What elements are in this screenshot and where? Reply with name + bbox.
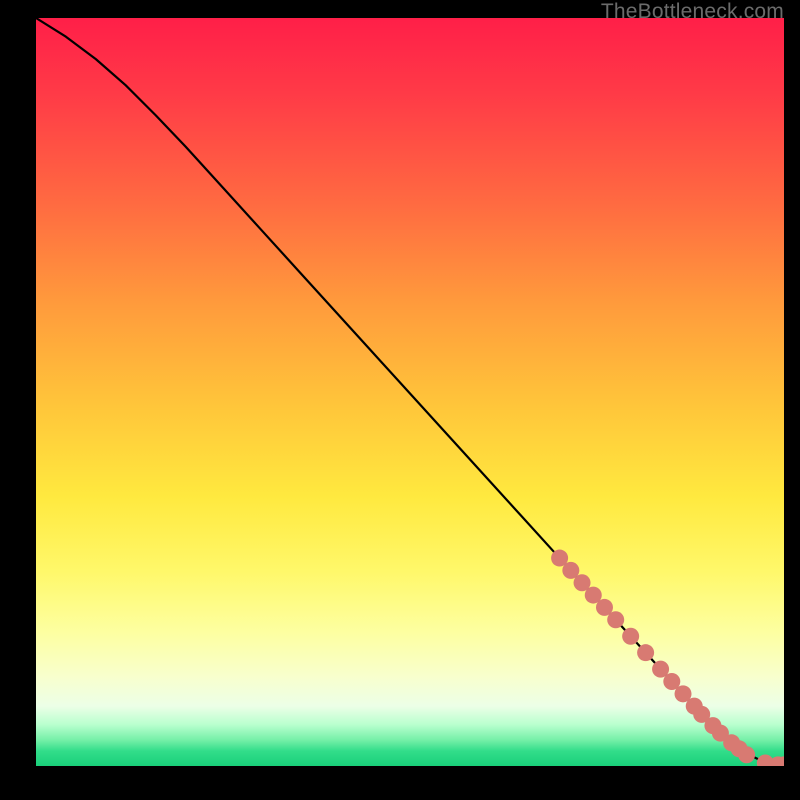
chart-point — [723, 734, 740, 751]
chart-point — [585, 587, 602, 604]
chart-point — [637, 644, 654, 661]
chart-point — [596, 599, 613, 616]
chart-point — [675, 685, 692, 702]
chart-frame: TheBottleneck.com — [0, 0, 800, 800]
chart-point — [574, 574, 591, 591]
chart-point — [738, 746, 755, 763]
chart-point — [652, 661, 669, 678]
chart-point — [757, 755, 774, 766]
chart-point — [663, 673, 680, 690]
chart-point — [731, 740, 748, 757]
chart-point — [704, 717, 721, 734]
chart-plot-area — [36, 18, 784, 766]
chart-point — [693, 706, 710, 723]
chart-point — [712, 725, 729, 742]
chart-point — [686, 698, 703, 715]
chart-curve — [36, 18, 784, 765]
chart-point — [776, 756, 785, 766]
chart-svg — [36, 18, 784, 766]
chart-point — [607, 611, 624, 628]
chart-point — [622, 628, 639, 645]
chart-point — [770, 756, 784, 766]
chart-point — [551, 550, 568, 567]
chart-point — [562, 562, 579, 579]
